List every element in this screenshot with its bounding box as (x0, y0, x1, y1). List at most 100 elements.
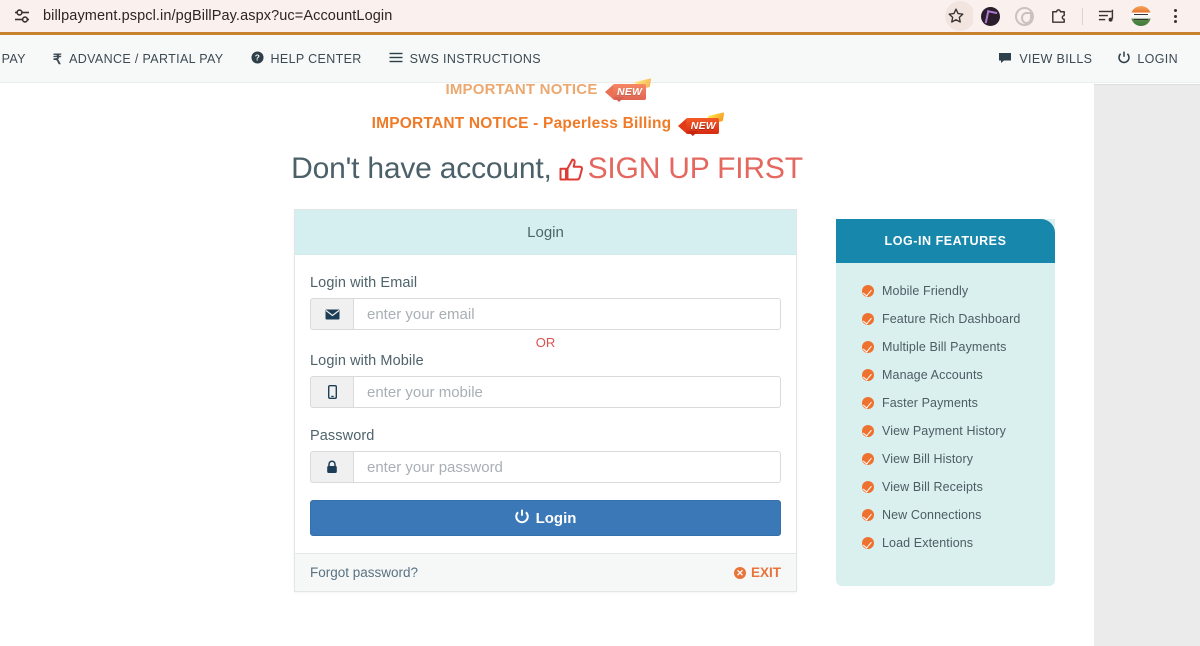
nav-item-help-center[interactable]: ? HELP CENTER (250, 51, 362, 66)
list-item: Multiple Bill Payments (862, 340, 1055, 354)
exit-link[interactable]: ✕ EXIT (733, 565, 781, 580)
list-item: New Connections (862, 508, 1055, 522)
list-item-label: Faster Payments (882, 396, 978, 410)
mobile-input[interactable] (353, 376, 781, 408)
browser-actions (939, 0, 1200, 32)
nav-item-pay[interactable]: ₹ PAY (0, 52, 26, 66)
list-item-label: New Connections (882, 508, 982, 522)
check-circle-icon (862, 481, 874, 493)
new-badge-label: NEW (616, 86, 643, 98)
check-circle-icon (862, 313, 874, 325)
nav-item-sws-instructions[interactable]: SWS INSTRUCTIONS (389, 52, 541, 66)
extension-avatar-icon[interactable] (973, 0, 1007, 32)
power-icon (514, 509, 529, 528)
list-item-label: View Payment History (882, 424, 1007, 438)
list-item: Faster Payments (862, 396, 1055, 410)
list-item: Load Extentions (862, 536, 1055, 550)
list-item: View Bill Receipts (862, 480, 1055, 494)
mobile-phone-icon (310, 376, 353, 408)
password-input[interactable] (353, 451, 781, 483)
login-features-panel: LOG-IN FEATURES Mobile Friendly Feature … (836, 219, 1055, 586)
help-circle-icon: ? (250, 51, 264, 66)
gutter-top-divider (1094, 84, 1200, 85)
login-card-footer: Forgot password? ✕ EXIT (295, 553, 796, 591)
check-circle-icon (862, 285, 874, 297)
check-circle-icon (862, 397, 874, 409)
forgot-password-link[interactable]: Forgot password? (310, 565, 418, 580)
check-circle-icon (862, 509, 874, 521)
list-item-label: View Bill History (882, 452, 974, 466)
mobile-input-group (310, 376, 781, 408)
split-view-icon[interactable] (1090, 0, 1124, 32)
nav-item-view-bills[interactable]: VIEW BILLS (998, 52, 1092, 66)
rupee-icon: ₹ (52, 50, 63, 67)
login-card-body: Login with Email OR Login with Mobile (295, 255, 796, 553)
bookmark-star-icon[interactable] (939, 0, 973, 32)
list-item-label: Manage Accounts (882, 368, 983, 382)
check-circle-icon (862, 425, 874, 437)
or-separator: OR (535, 335, 556, 350)
toolbar-divider (1082, 7, 1083, 25)
exit-label: EXIT (750, 565, 781, 580)
new-badge-icon: NEW (678, 112, 725, 136)
list-item: Mobile Friendly (862, 284, 1055, 298)
comment-icon (998, 52, 1012, 66)
svg-text:?: ? (254, 53, 259, 63)
signup-headline: Don't have account, SIGN UP FIRST (0, 152, 1094, 190)
list-item-label: Multiple Bill Payments (882, 340, 1007, 354)
nav-item-login[interactable]: LOGIN (1118, 51, 1178, 66)
nav-item-sws-instructions-label: SWS INSTRUCTIONS (409, 51, 541, 66)
list-item-label: Load Extentions (882, 536, 974, 550)
address-bar[interactable]: billpayment.pspcl.in/pgBillPay.aspx?uc=A… (0, 6, 939, 26)
nav-item-view-bills-label: VIEW BILLS (1019, 51, 1093, 66)
mobile-field-label: Login with Mobile (310, 353, 424, 369)
new-badge-icon: NEW (604, 78, 651, 102)
thumbs-up-icon (558, 156, 584, 190)
email-field-label: Login with Email (310, 275, 418, 291)
important-notice-1-label: IMPORTANT NOTICE (445, 80, 598, 98)
email-input[interactable] (353, 298, 781, 330)
list-item-label: View Bill Receipts (882, 480, 983, 494)
login-features-title: LOG-IN FEATURES (836, 219, 1055, 263)
check-circle-icon (862, 341, 874, 353)
login-features-list: Mobile Friendly Feature Rich Dashboard M… (836, 263, 1055, 550)
important-notice-1[interactable]: IMPORTANT NOTICE NEW (0, 78, 1094, 102)
site-navbar: ₹ PAY ₹ ADVANCE / PARTIAL PAY ? HELP CEN… (0, 35, 1200, 83)
list-item: View Bill History (862, 452, 1055, 466)
signup-lead-text: Don't have account, (291, 152, 552, 185)
login-submit-button[interactable]: Login (310, 500, 781, 536)
nav-item-help-center-label: HELP CENTER (270, 51, 362, 66)
important-notice-2[interactable]: IMPORTANT NOTICE - Paperless Billing NEW (0, 112, 1094, 136)
extension-circle-icon[interactable] (1007, 0, 1041, 32)
important-notice-2-label: IMPORTANT NOTICE - Paperless Billing (371, 115, 672, 133)
profile-avatar-icon[interactable] (1124, 0, 1158, 32)
navbar-left-group: ₹ PAY ₹ ADVANCE / PARTIAL PAY ? HELP CEN… (0, 51, 541, 66)
login-card: Login Login with Email OR Login with Mob… (294, 209, 797, 592)
nav-item-advance-partial-pay[interactable]: ₹ ADVANCE / PARTIAL PAY (53, 52, 224, 66)
login-card-title: Login (295, 210, 796, 255)
kebab-menu-icon[interactable] (1158, 0, 1192, 32)
signup-link[interactable]: SIGN UP FIRST (588, 152, 803, 185)
list-item-label: Feature Rich Dashboard (882, 312, 1021, 326)
check-circle-icon (862, 453, 874, 465)
list-item: Feature Rich Dashboard (862, 312, 1055, 326)
login-submit-label: Login (535, 509, 577, 527)
new-badge-label: NEW (690, 120, 716, 132)
browser-toolbar: billpayment.pspcl.in/pgBillPay.aspx?uc=A… (0, 0, 1200, 32)
password-field-label: Password (310, 428, 375, 444)
password-input-group (310, 451, 781, 483)
extensions-puzzle-icon[interactable] (1041, 0, 1075, 32)
url-text: billpayment.pspcl.in/pgBillPay.aspx?uc=A… (43, 8, 393, 24)
page-right-gutter (1094, 84, 1200, 646)
email-input-group (310, 298, 781, 330)
nav-item-advance-partial-pay-label: ADVANCE / PARTIAL PAY (69, 51, 224, 66)
hamburger-icon (389, 52, 403, 65)
power-icon (1118, 51, 1131, 66)
navbar-right-group: VIEW BILLS LOGIN (998, 51, 1200, 66)
nav-item-login-label: LOGIN (1137, 51, 1178, 66)
page-content: IMPORTANT NOTICE NEW IMPORTANT NOTICE - P… (0, 78, 1094, 646)
check-circle-icon (862, 537, 874, 549)
list-item: Manage Accounts (862, 368, 1055, 382)
tune-icon[interactable] (12, 6, 32, 26)
list-item-label: Mobile Friendly (882, 284, 969, 298)
